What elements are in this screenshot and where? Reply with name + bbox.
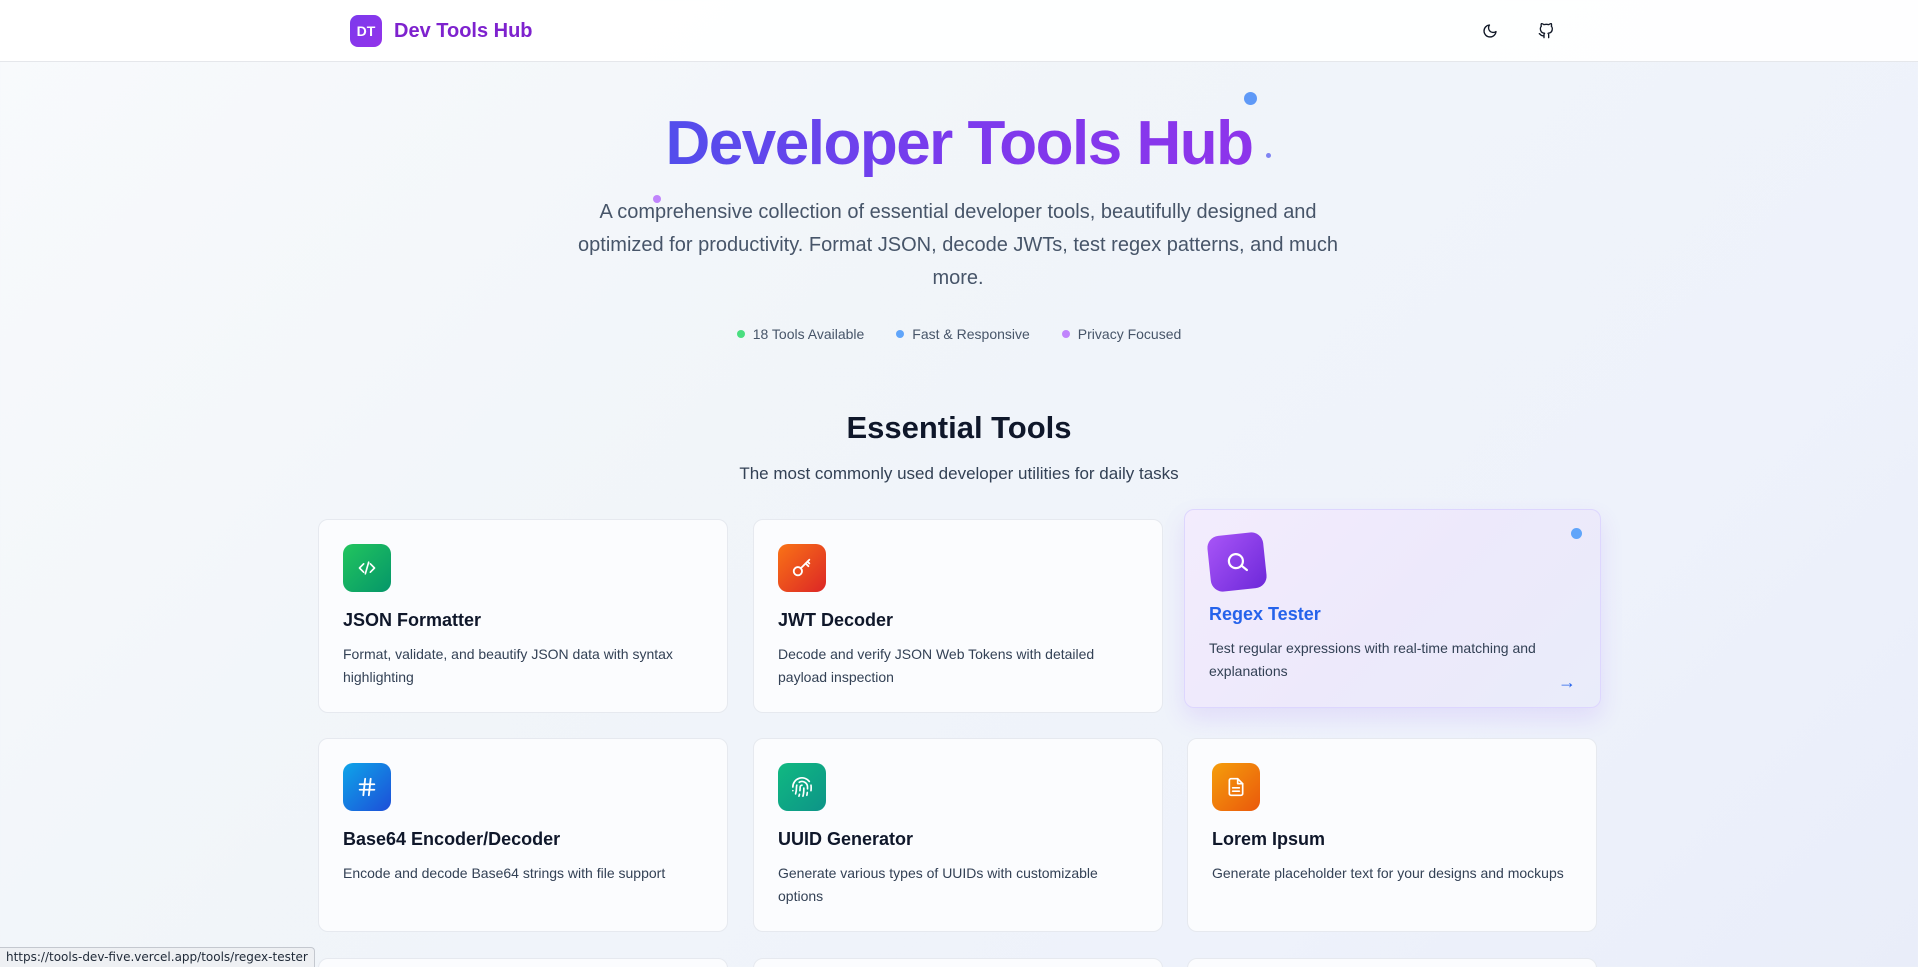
tool-card-partial[interactable]	[753, 958, 1163, 967]
top-navbar: DT Dev Tools Hub	[0, 0, 1918, 62]
github-link-button[interactable]	[1531, 16, 1561, 46]
status-dot	[1061, 330, 1070, 338]
fingerprint-icon	[778, 763, 826, 811]
tool-description: Decode and verify JSON Web Tokens with d…	[778, 646, 1095, 685]
document-icon	[1212, 763, 1260, 811]
stat-tools-count: 18 Tools Available	[736, 326, 865, 342]
decorative-dot	[1244, 92, 1257, 105]
tool-card-json-formatter[interactable]: JSON Formatter Format, validate, and bea…	[318, 519, 728, 713]
tool-card-uuid-generator[interactable]: UUID Generator Generate various types of…	[753, 738, 1163, 932]
tool-title: Lorem Ipsum	[1212, 829, 1326, 849]
section-subtitle: The most commonly used developer utiliti…	[739, 464, 1179, 483]
code-icon	[343, 544, 391, 592]
tool-title: JWT Decoder	[778, 610, 894, 630]
tool-description: Test regular expressions with real-time …	[1209, 640, 1536, 679]
section-title: Essential Tools	[846, 410, 1072, 445]
key-icon	[778, 544, 826, 592]
link-preview-status: https://tools-dev-five.vercel.app/tools/…	[0, 947, 315, 967]
hero-title: Developer Tools Hub	[0, 108, 1918, 180]
tool-description: Encode and decode Base64 strings with fi…	[343, 865, 666, 881]
moon-icon	[1483, 24, 1497, 38]
search-icon	[1206, 531, 1268, 593]
tool-card-partial[interactable]	[318, 958, 728, 967]
brand-logo: DT	[350, 15, 382, 47]
stat-label: Privacy Focused	[1077, 326, 1182, 342]
brand-name: Dev Tools Hub	[394, 19, 533, 42]
arrow-right-icon: →	[1558, 672, 1576, 692]
tool-card-jwt-decoder[interactable]: JWT Decoder Decode and verify JSON Web T…	[753, 519, 1163, 713]
hash-icon	[343, 763, 391, 811]
decorative-dot	[1571, 528, 1582, 539]
status-dot	[736, 330, 745, 338]
tool-title: Regex Tester	[1209, 604, 1321, 624]
tool-title: UUID Generator	[778, 829, 914, 849]
tool-title: Base64 Encoder/Decoder	[343, 829, 561, 849]
tool-description: Format, validate, and beautify JSON data…	[343, 646, 673, 685]
status-dot	[896, 330, 905, 338]
theme-toggle-button[interactable]	[1475, 16, 1505, 46]
stat-fast: Fast & Responsive	[896, 326, 1030, 342]
tool-description: Generate placeholder text for your desig…	[1212, 865, 1564, 881]
tool-card-partial[interactable]	[1187, 958, 1597, 967]
tool-description: Generate various types of UUIDs with cus…	[778, 865, 1098, 904]
tool-title: JSON Formatter	[343, 610, 482, 630]
hero-subtitle: A comprehensive collection of essential …	[578, 201, 1338, 289]
stat-label: 18 Tools Available	[752, 326, 865, 342]
stat-privacy: Privacy Focused	[1061, 326, 1182, 342]
github-icon	[1538, 23, 1553, 39]
brand-link[interactable]: DT Dev Tools Hub	[350, 15, 533, 47]
tool-card-lorem-ipsum[interactable]: Lorem Ipsum Generate placeholder text fo…	[1187, 738, 1597, 932]
hero-stats: 18 Tools Available Fast & Responsive Pri…	[0, 326, 1918, 342]
tool-card-base64[interactable]: Base64 Encoder/Decoder Encode and decode…	[318, 738, 728, 932]
stat-label: Fast & Responsive	[912, 326, 1030, 342]
tool-card-regex-tester[interactable]: Regex Tester Test regular expressions wi…	[1184, 509, 1601, 708]
